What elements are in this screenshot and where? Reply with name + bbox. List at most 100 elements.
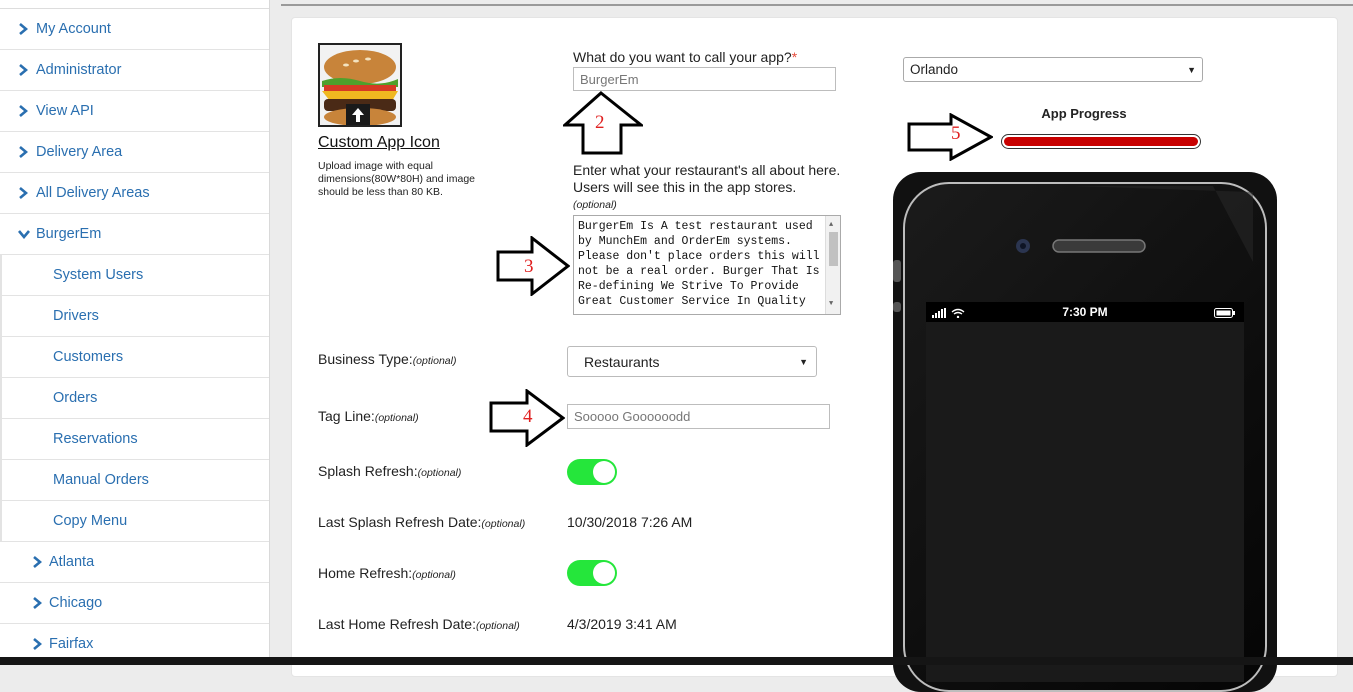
last-home-label: Last Home Refresh Date:(optional)	[318, 616, 520, 632]
sidebar-item-chicago[interactable]: Chicago	[0, 583, 269, 624]
chevron-right-icon	[0, 64, 36, 76]
phone-screen: 7:30 PM	[926, 302, 1244, 682]
upload-hint: Upload image with equal dimensions(80W*8…	[318, 160, 475, 198]
sidebar-item-burgerem[interactable]: BurgerEm	[0, 214, 269, 255]
city-select[interactable]: Orlando ▼	[903, 57, 1203, 82]
annotation-number: 2	[595, 112, 605, 133]
battery-icon	[1214, 308, 1235, 318]
scroll-up-icon[interactable]: ▲	[829, 218, 833, 233]
chevron-right-icon	[0, 638, 49, 650]
app-name-label-text: What do you want to call your app?	[573, 49, 792, 65]
phone-time: 7:30 PM	[1062, 305, 1108, 319]
splash-refresh-toggle[interactable]	[567, 459, 617, 485]
sidebar-item-label: View API	[36, 103, 94, 119]
sidebar: My Account Administrator View API Delive…	[0, 0, 270, 665]
scrollbar-thumb[interactable]	[829, 232, 838, 266]
sidebar-item-label: BurgerEm	[36, 226, 102, 242]
sidebar-subitem-system-users[interactable]: System Users	[2, 255, 269, 296]
sidebar-item-view-api[interactable]: View API	[0, 91, 269, 132]
app-progress-label: App Progress	[1041, 106, 1127, 121]
app-icon-upload[interactable]	[318, 43, 402, 127]
sidebar-subitem-orders[interactable]: Orders	[2, 378, 269, 419]
sidebar-subitem-drivers[interactable]: Drivers	[2, 296, 269, 337]
top-divider	[281, 4, 1353, 6]
business-type-value: Restaurants	[584, 353, 660, 370]
optional-text: (optional)	[475, 620, 520, 632]
annotation-number: 5	[951, 123, 961, 144]
city-select-value: Orlando	[910, 62, 959, 77]
toggle-knob	[593, 461, 615, 483]
arrow-right-icon	[907, 113, 993, 161]
sidebar-item-administrator[interactable]: Administrator	[0, 50, 269, 91]
sidebar-item-my-account[interactable]: My Account	[0, 9, 269, 50]
toggle-knob	[593, 562, 615, 584]
chevron-right-icon	[0, 597, 49, 609]
dropdown-caret-icon: ▼	[799, 356, 808, 367]
splash-refresh-label-text: Splash Refresh:	[318, 463, 418, 479]
chevron-right-icon	[0, 105, 36, 117]
sidebar-item-delivery-area[interactable]: Delivery Area	[0, 132, 269, 173]
business-type-label-text: Business Type:	[318, 351, 413, 367]
chevron-right-icon	[0, 187, 36, 199]
sidebar-item-label: Delivery Area	[36, 144, 123, 160]
optional-text: (optional)	[374, 412, 419, 424]
dropdown-caret-icon: ▼	[1187, 64, 1196, 75]
splash-refresh-label: Splash Refresh:(optional)	[318, 463, 461, 479]
sidebar-item-label: My Account	[36, 21, 111, 37]
sidebar-item-label: System Users	[53, 267, 144, 283]
sidebar-item-label: All Delivery Areas	[36, 185, 150, 201]
sidebar-item-atlanta[interactable]: Atlanta	[0, 542, 269, 583]
sidebar-subitem-copy-menu[interactable]: Copy Menu	[2, 501, 269, 542]
tag-line-label-text: Tag Line:	[318, 408, 375, 424]
custom-app-icon-link[interactable]: Custom App Icon	[318, 134, 440, 152]
required-mark: *	[791, 49, 798, 65]
business-type-label: Business Type:(optional)	[318, 351, 456, 367]
sidebar-item-label: Administrator	[36, 62, 122, 78]
app-name-label: What do you want to call your app?*	[573, 49, 797, 65]
last-splash-label-text: Last Splash Refresh Date:	[318, 514, 482, 530]
description-optional: (optional)	[573, 199, 617, 211]
app-progress-bar	[1001, 134, 1201, 149]
chevron-right-icon	[0, 23, 36, 35]
sidebar-item-label: Manual Orders	[53, 472, 149, 488]
sidebar-subitem-reservations[interactable]: Reservations	[2, 419, 269, 460]
description-scrollbar[interactable]: ▲ ▼	[825, 216, 840, 314]
sidebar-item-label: Drivers	[53, 308, 99, 324]
optional-text: (optional)	[417, 467, 462, 479]
last-splash-value: 10/30/2018 7:26 AM	[567, 514, 693, 530]
home-refresh-label: Home Refresh:(optional)	[318, 565, 456, 581]
chevron-right-icon	[0, 146, 36, 158]
tag-line-label: Tag Line:(optional)	[318, 408, 419, 424]
home-refresh-label-text: Home Refresh:	[318, 565, 413, 581]
last-home-label-text: Last Home Refresh Date:	[318, 616, 476, 632]
sidebar-item-label: Copy Menu	[53, 513, 128, 529]
app-progress-fill	[1004, 137, 1198, 146]
description-text: BurgerEm Is A test restaurant used by Mu…	[578, 220, 827, 308]
burgerem-submenu: System Users Drivers Customers Orders Re…	[0, 255, 269, 542]
scroll-down-icon[interactable]: ▼	[829, 297, 833, 312]
phone-statusbar: 7:30 PM	[926, 302, 1244, 322]
phone-top-details	[893, 186, 1253, 312]
last-home-value: 4/3/2019 3:41 AM	[567, 616, 677, 632]
app-name-input[interactable]	[573, 67, 836, 91]
sidebar-subitem-manual-orders[interactable]: Manual Orders	[2, 460, 269, 501]
sidebar-item-label: Reservations	[53, 431, 138, 447]
tag-line-input[interactable]	[567, 404, 830, 429]
home-refresh-toggle[interactable]	[567, 560, 617, 586]
description-textarea[interactable]: BurgerEm Is A test restaurant used by Mu…	[573, 215, 841, 315]
optional-text: (optional)	[412, 569, 456, 581]
annotation-number: 4	[523, 406, 533, 427]
sidebar-subitem-customers[interactable]: Customers	[2, 337, 269, 378]
sidebar-top-divider	[0, 0, 269, 9]
sidebar-item-all-delivery-areas[interactable]: All Delivery Areas	[0, 173, 269, 214]
sidebar-item-label: Atlanta	[49, 554, 95, 570]
upload-icon[interactable]	[346, 104, 370, 125]
sidebar-item-label: Fairfax	[49, 636, 94, 652]
chevron-down-icon	[0, 229, 36, 239]
annotation-number: 3	[524, 256, 534, 277]
sidebar-item-label: Orders	[53, 390, 98, 406]
sidebar-item-label: Chicago	[49, 595, 103, 611]
business-type-select[interactable]: Restaurants ▼	[567, 346, 817, 377]
sidebar-item-label: Customers	[53, 349, 124, 365]
description-label: Enter what your restaurant's all about h…	[573, 162, 841, 195]
